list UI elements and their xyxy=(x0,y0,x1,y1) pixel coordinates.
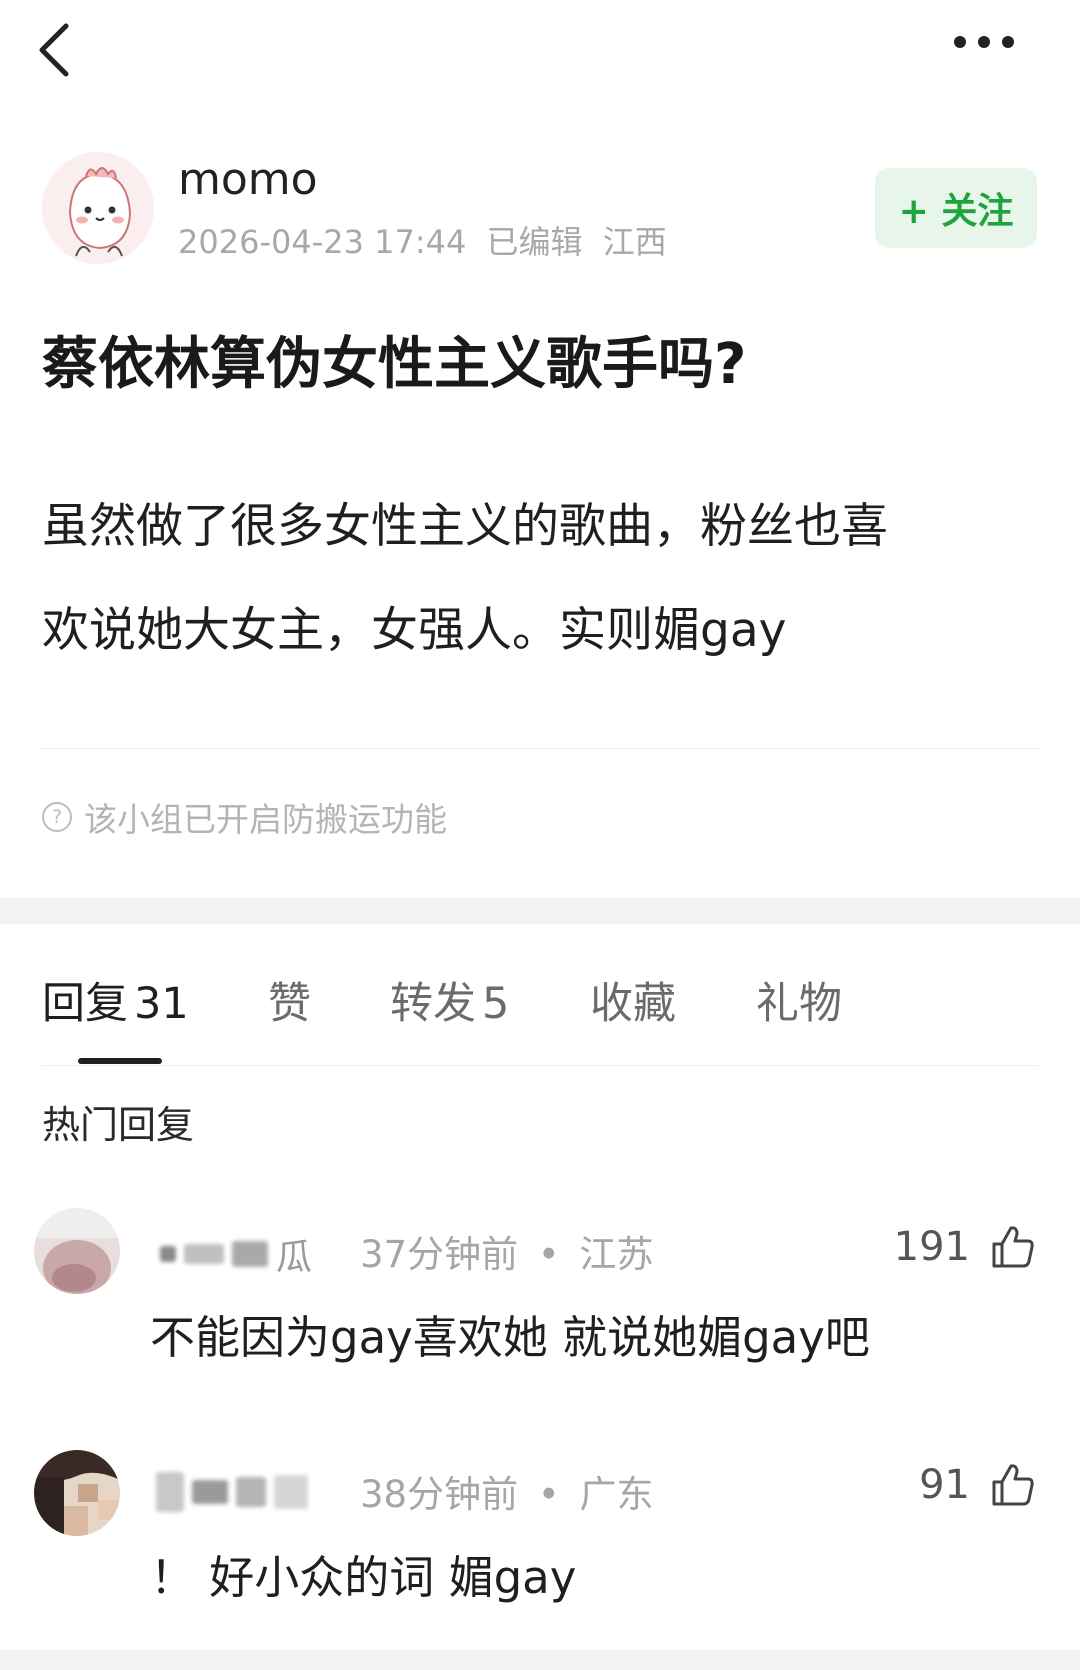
redacted-name xyxy=(232,1241,268,1267)
post-body: 虽然做了很多女性主义的歌曲，粉丝也喜 欢说她大女主，女强人。实则媚gay xyxy=(42,475,1042,683)
tab-likes[interactable]: 赞 xyxy=(268,976,311,1032)
tab-gifts[interactable]: 礼物 xyxy=(756,976,842,1032)
post-location: 江西 xyxy=(602,223,667,261)
author-avatar[interactable] xyxy=(42,152,154,264)
post-body-line: 欢说她大女主，女强人。实则媚gay xyxy=(42,603,787,658)
comment-meta: 38分钟前 • 广东 xyxy=(360,1470,653,1520)
more-options-button[interactable] xyxy=(950,20,1030,64)
comment-text: ！ 好小众的词 媚gay xyxy=(150,1551,577,1604)
post-date: 2026-04-23 17:44 xyxy=(178,223,467,261)
like-count: 191 xyxy=(893,1224,970,1270)
back-arrow-icon xyxy=(39,23,69,77)
comment-meta: 37分钟前 • 江苏 xyxy=(360,1230,653,1280)
post-title: 蔡依林算伪女性主义歌手吗? xyxy=(42,332,747,397)
meta-separator: • xyxy=(537,1233,560,1276)
anti-copy-text: 该小组已开启防搬运功能 xyxy=(84,800,447,839)
anti-copy-notice: ? 该小组已开启防搬运功能 xyxy=(42,795,447,839)
divider xyxy=(42,748,1038,749)
like-count: 91 xyxy=(919,1462,970,1508)
tab-label: 收藏 xyxy=(590,979,676,1029)
comment-location: 江苏 xyxy=(579,1233,654,1276)
commenter-name[interactable] xyxy=(156,1470,316,1514)
commenter-avatar[interactable] xyxy=(34,1450,120,1536)
bottom-separator xyxy=(0,1650,1080,1670)
post-meta: 2026-04-23 17:44 已编辑 江西 xyxy=(178,220,667,264)
redacted-name xyxy=(156,1472,184,1512)
thumbs-up-icon xyxy=(992,1464,1034,1506)
more-dots-icon xyxy=(954,36,1014,48)
thumbs-up-icon xyxy=(992,1226,1034,1268)
commenter-name[interactable]: 瓜 xyxy=(160,1232,312,1278)
back-button[interactable] xyxy=(30,10,90,80)
divider xyxy=(42,1065,1038,1066)
hot-replies-title: 热门回复 xyxy=(42,1103,195,1147)
tab-label: 回复 xyxy=(42,979,128,1029)
comment-text: 不能因为gay喜欢她 就说她媚gay吧 xyxy=(150,1311,870,1364)
tab-label: 转发 xyxy=(390,979,476,1029)
redacted-name xyxy=(184,1244,224,1264)
redacted-name xyxy=(192,1480,228,1504)
commenter-avatar[interactable] xyxy=(34,1208,120,1294)
active-tab-indicator xyxy=(78,1058,162,1064)
question-circle-icon: ? xyxy=(42,802,72,832)
tab-count: 31 xyxy=(134,979,189,1029)
comment-location: 广东 xyxy=(579,1473,654,1516)
comment-time: 38分钟前 xyxy=(360,1473,519,1516)
commenter-name-visible: 瓜 xyxy=(276,1237,313,1278)
meta-separator: • xyxy=(537,1473,560,1516)
like-button[interactable] xyxy=(990,1224,1036,1270)
comment-time: 37分钟前 xyxy=(360,1233,519,1276)
tab-replies[interactable]: 回复 31 xyxy=(42,976,189,1032)
redacted-name xyxy=(274,1475,308,1509)
tab-label: 礼物 xyxy=(756,979,842,1029)
tab-reposts[interactable]: 转发 5 xyxy=(390,976,509,1032)
tab-favorites[interactable]: 收藏 xyxy=(590,976,676,1032)
tab-count: 5 xyxy=(482,979,510,1029)
post-edited-tag: 已编辑 xyxy=(486,223,583,261)
redacted-name xyxy=(160,1246,176,1262)
tab-label: 赞 xyxy=(268,979,311,1029)
like-button[interactable] xyxy=(990,1462,1036,1508)
redacted-name xyxy=(236,1477,266,1507)
post-body-line: 虽然做了很多女性主义的歌曲，粉丝也喜 xyxy=(42,499,888,554)
author-name[interactable]: momo xyxy=(178,152,318,208)
section-separator xyxy=(0,898,1080,924)
follow-button[interactable]: + 关注 xyxy=(875,168,1037,248)
